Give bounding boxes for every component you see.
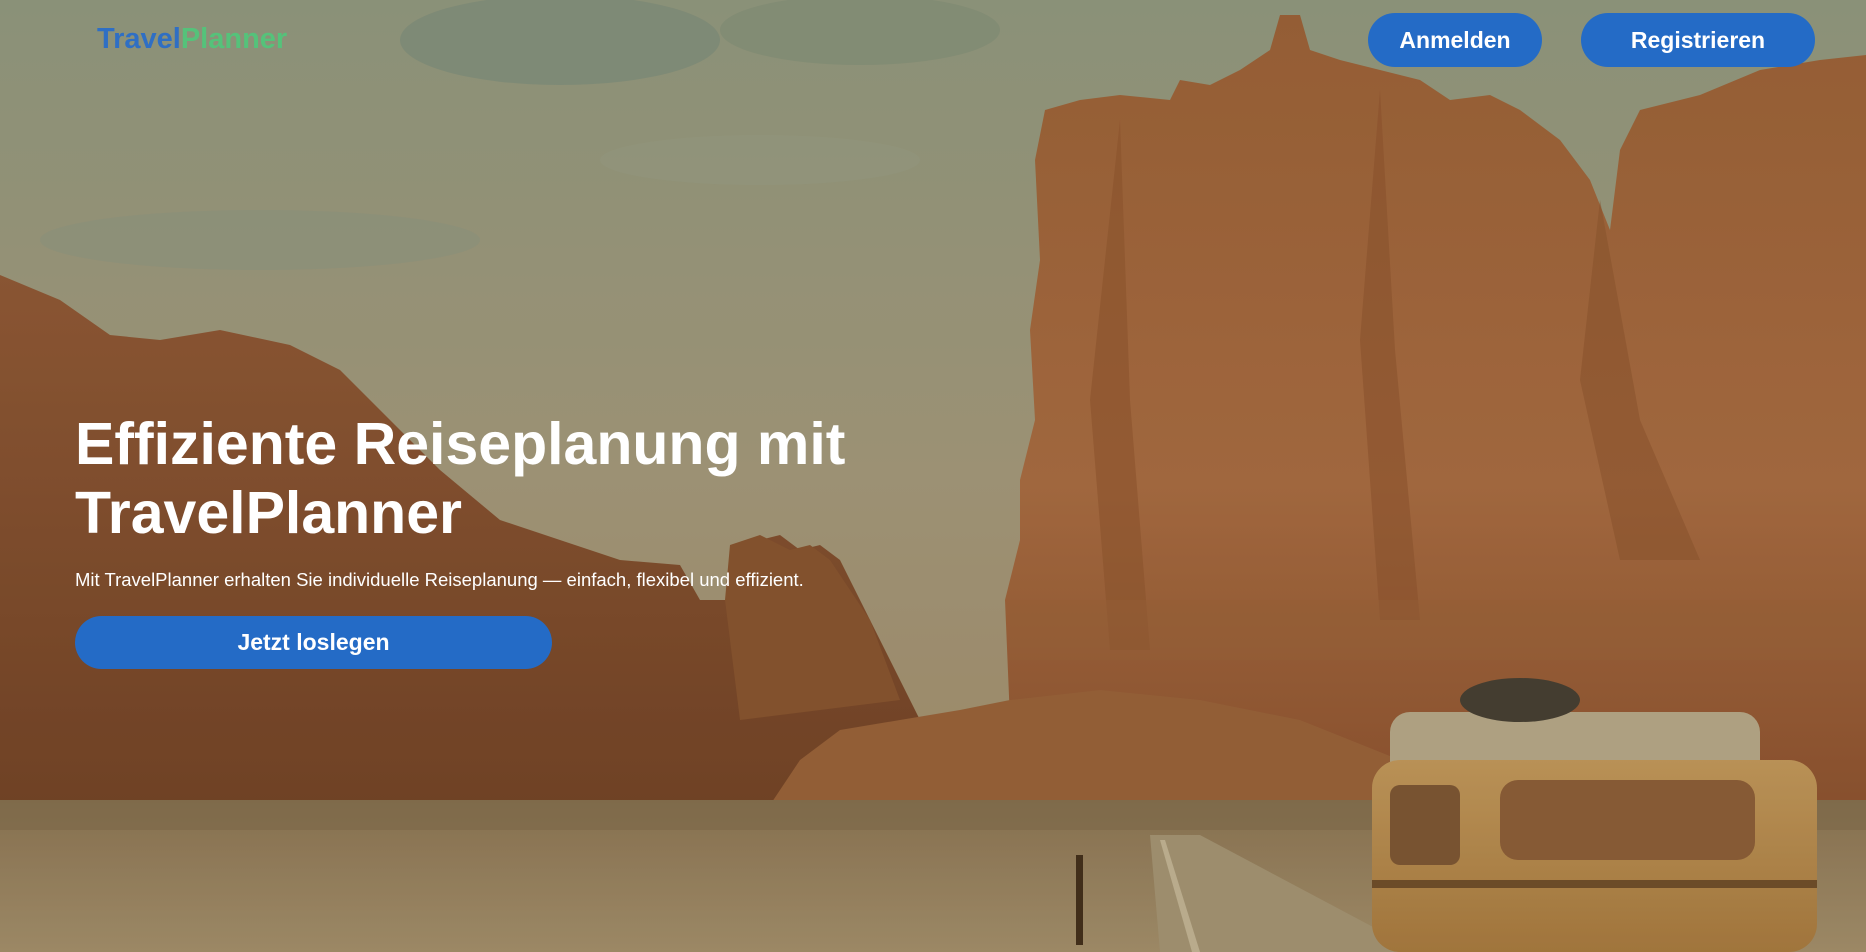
hero-subtitle: Mit TravelPlanner erhalten Sie individue… — [75, 569, 804, 590]
hero-title-line-1: Effiziente Reiseplanung mit — [75, 411, 846, 477]
logo-text-planner: Planner — [180, 23, 288, 55]
hero-content: Effiziente Reiseplanung mit TravelPlanne… — [75, 410, 975, 592]
get-started-button[interactable]: Jetzt loslegen — [75, 616, 552, 669]
logo-text-travel: Travel — [97, 23, 181, 55]
hero-title: Effiziente Reiseplanung mit TravelPlanne… — [75, 410, 975, 548]
logo[interactable]: TravelPlanner — [97, 22, 287, 56]
navbar: TravelPlanner Anmelden Registrieren — [0, 0, 1866, 80]
register-button[interactable]: Registrieren — [1581, 13, 1815, 67]
hero-title-line-2: TravelPlanner — [75, 480, 462, 546]
login-button[interactable]: Anmelden — [1368, 13, 1542, 67]
hero-section: TravelPlanner Anmelden Registrieren Effi… — [0, 0, 1866, 952]
